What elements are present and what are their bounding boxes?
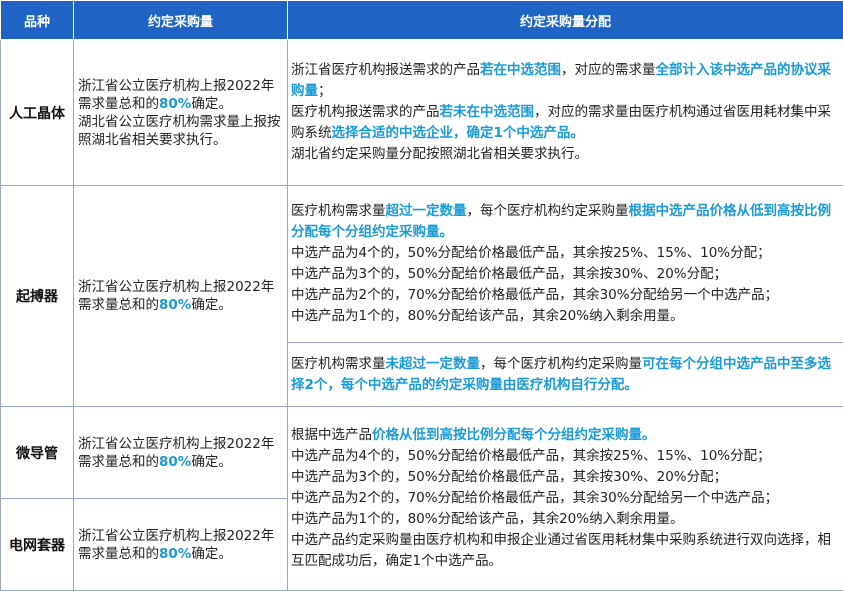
highlight-text: 80%: [159, 546, 191, 562]
text-segment: 医疗机构需求量: [291, 356, 386, 372]
paragraph: 中选产品为3个的，50%分配给价格最低产品，其余按30%、20%分配；: [291, 264, 840, 285]
allocation-cell-shared: 根据中选产品价格从低到高按比例分配每个分组约定采购量。中选产品为4个的，50%分…: [288, 407, 843, 591]
text-segment: ；: [318, 83, 332, 99]
text-segment: 确定。: [191, 297, 232, 313]
paragraph: 浙江省医疗机构报送需求的产品若在中选范围，对应的需求量全部计入该中选产品的协议采…: [291, 60, 840, 102]
text-segment: 中选产品为1个的，80%分配给该产品，其余20%纳入剩余用量。: [291, 511, 684, 527]
paragraph: 中选产品为2个的，70%分配给价格最低产品，其余30%分配给另一个中选产品；: [291, 285, 840, 306]
highlight-text: 未超过一定数量: [386, 356, 481, 372]
text-segment: 医疗机构需求量: [291, 203, 386, 219]
row-pacemaker-a: 起搏器 浙江省公立医疗机构上报2022年需求量总和的80%确定。 医疗机构需求量…: [1, 186, 843, 343]
text-segment: 中选产品为4个的，50%分配给价格最低产品，其余按25%、15%、10%分配；: [291, 245, 771, 261]
text-segment: ，对应的需求量: [561, 62, 656, 78]
procurement-table: 品种 约定采购量 约定采购量分配 人工晶体 浙江省公立医疗机构上报2022年需求…: [0, 0, 843, 591]
allocation-cell: 医疗机构需求量超过一定数量，每个医疗机构约定采购量根据中选产品价格从低到高按比例…: [288, 186, 843, 343]
text-segment: 中选产品约定采购量由医疗机构和申报企业通过省医用耗材集中采购系统进行双向选择，相…: [291, 532, 831, 569]
paragraph: 中选产品为4个的，50%分配给价格最低产品，其余按25%、15%、10%分配；: [291, 243, 840, 264]
paragraph: 根据中选产品价格从低到高按比例分配每个分组约定采购量。: [291, 425, 840, 446]
text-segment: ，每个医疗机构约定采购量: [467, 203, 629, 219]
text-segment: 中选产品为3个的，50%分配给价格最低产品，其余按30%、20%分配；: [291, 266, 727, 282]
paragraph: 中选产品为1个的，80%分配给该产品，其余20%纳入剩余用量。: [291, 306, 840, 327]
row-lens: 人工晶体 浙江省公立医疗机构上报2022年需求量总和的80%确定。湖北省公立医疗…: [1, 40, 843, 186]
paragraph: 医疗机构需求量未超过一定数量，每个医疗机构约定采购量可在每个分组中选产品中至多选…: [291, 354, 840, 396]
text-segment: 中选产品为1个的，80%分配给该产品，其余20%纳入剩余用量。: [291, 308, 684, 324]
highlight-text: 80%: [159, 297, 191, 313]
highlight-text: 若在中选范围: [480, 62, 561, 78]
text-segment: 确定。: [191, 546, 232, 562]
paragraph: 中选产品为4个的，50%分配给价格最低产品，其余按25%、15%、10%分配；: [291, 446, 840, 467]
volume-cell: 浙江省公立医疗机构上报2022年需求量总和的80%确定。: [74, 499, 288, 591]
volume-cell: 浙江省公立医疗机构上报2022年需求量总和的80%确定。: [74, 407, 288, 499]
text-segment: 中选产品为4个的，50%分配给价格最低产品，其余按25%、15%、10%分配；: [291, 448, 771, 464]
text-segment: 根据中选产品: [291, 427, 372, 443]
paragraph: 中选产品约定采购量由医疗机构和申报企业通过省医用耗材集中采购系统进行双向选择，相…: [291, 530, 840, 572]
category-cell: 微导管: [1, 407, 74, 499]
text-segment: 中选产品为2个的，70%分配给价格最低产品，其余30%分配给另一个中选产品；: [291, 490, 778, 506]
highlight-text: 选择合适的中选企业，确定1个中选产品。: [332, 125, 584, 141]
category-cell: 人工晶体: [1, 40, 74, 186]
text-segment: 医疗机构报送需求的产品: [291, 104, 440, 120]
highlight-text: 80%: [159, 454, 191, 470]
paragraph: 中选产品为1个的，80%分配给该产品，其余20%纳入剩余用量。: [291, 509, 840, 530]
header-volume: 约定采购量: [74, 1, 288, 40]
highlight-text: 价格从低到高按比例分配每个分组约定采购量。: [372, 427, 656, 443]
highlight-text: 若未在中选范围: [440, 104, 535, 120]
header-allocation: 约定采购量分配: [288, 1, 843, 40]
volume-cell: 浙江省公立医疗机构上报2022年需求量总和的80%确定。: [74, 186, 288, 407]
row-microcatheter: 微导管 浙江省公立医疗机构上报2022年需求量总和的80%确定。 根据中选产品价…: [1, 407, 843, 499]
highlight-text: 超过一定数量: [386, 203, 467, 219]
allocation-cell: 医疗机构需求量未超过一定数量，每个医疗机构约定采购量可在每个分组中选产品中至多选…: [288, 343, 843, 407]
paragraph: 医疗机构需求量超过一定数量，每个医疗机构约定采购量根据中选产品价格从低到高按比例…: [291, 201, 840, 243]
text-segment: 湖北省约定采购量分配按照湖北省相关要求执行。: [291, 146, 588, 162]
text-segment: 湖北省公立医疗机构需求量上报按照湖北省相关要求执行。: [78, 114, 281, 148]
header-category: 品种: [1, 1, 74, 40]
text-segment: 确定。: [191, 454, 232, 470]
text-segment: 中选产品为2个的，70%分配给价格最低产品，其余30%分配给另一个中选产品；: [291, 287, 778, 303]
highlight-text: 80%: [159, 96, 191, 112]
volume-cell: 浙江省公立医疗机构上报2022年需求量总和的80%确定。湖北省公立医疗机构需求量…: [74, 40, 288, 186]
text-segment: 中选产品为3个的，50%分配给价格最低产品，其余按30%、20%分配；: [291, 469, 727, 485]
paragraph: 中选产品为2个的，70%分配给价格最低产品，其余30%分配给另一个中选产品；: [291, 488, 840, 509]
text-segment: 确定。: [191, 96, 232, 112]
paragraph: 湖北省约定采购量分配按照湖北省相关要求执行。: [291, 144, 840, 165]
category-cell: 电网套器: [1, 499, 74, 591]
header-row: 品种 约定采购量 约定采购量分配: [1, 1, 843, 40]
paragraph: 中选产品为3个的，50%分配给价格最低产品，其余按30%、20%分配；: [291, 467, 840, 488]
text-segment: 浙江省医疗机构报送需求的产品: [291, 62, 480, 78]
category-cell: 起搏器: [1, 186, 74, 407]
paragraph: 医疗机构报送需求的产品若未在中选范围，对应的需求量由医疗机构通过省医用耗材集中采…: [291, 102, 840, 144]
allocation-cell: 浙江省医疗机构报送需求的产品若在中选范围，对应的需求量全部计入该中选产品的协议采…: [288, 40, 843, 186]
text-segment: ，每个医疗机构约定采购量: [480, 356, 642, 372]
